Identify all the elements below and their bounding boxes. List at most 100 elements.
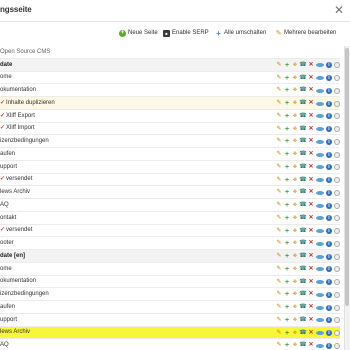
info-icon[interactable]: i xyxy=(326,113,332,120)
add-icon[interactable]: + xyxy=(284,87,290,94)
info-icon[interactable]: i xyxy=(326,202,332,209)
visibility-icon[interactable] xyxy=(316,63,324,68)
add-icon[interactable]: + xyxy=(284,164,290,171)
visibility-icon[interactable] xyxy=(316,216,324,221)
info-icon[interactable]: i xyxy=(326,164,332,171)
tree-row-label[interactable]: aufen xyxy=(0,148,15,160)
status-circle-icon[interactable] xyxy=(334,87,340,94)
delete-icon[interactable]: ✕ xyxy=(308,100,314,107)
info-icon[interactable]: i xyxy=(326,75,332,81)
tree-row-label[interactable]: Open Source CMS xyxy=(0,46,50,58)
toggle-all-button[interactable]: + Alle umschalten xyxy=(215,27,266,39)
tree-row[interactable]: izenzbedingungen ✎ + ✥ ☎ ✕ i xyxy=(0,135,340,148)
move-icon[interactable]: ✥ xyxy=(292,291,298,298)
edit-icon[interactable]: ✎ xyxy=(276,291,282,298)
phone-icon[interactable]: ☎ xyxy=(299,100,306,107)
status-circle-icon[interactable] xyxy=(334,342,340,349)
delete-icon[interactable]: ✕ xyxy=(308,304,314,311)
phone-icon[interactable]: ☎ xyxy=(299,189,306,196)
move-icon[interactable]: ✥ xyxy=(292,215,298,222)
close-icon[interactable]: ✕ xyxy=(334,3,344,17)
tree-row[interactable]: ✓Inhalte duplizieren ✎ + ✥ ☎ ✕ i xyxy=(0,97,340,110)
add-icon[interactable]: + xyxy=(284,253,290,260)
edit-icon[interactable]: ✎ xyxy=(276,215,282,222)
phone-icon[interactable]: ☎ xyxy=(299,279,306,286)
delete-icon[interactable]: ✕ xyxy=(308,151,314,158)
info-icon[interactable]: i xyxy=(326,240,332,247)
phone-icon[interactable]: ☎ xyxy=(299,177,306,184)
info-icon[interactable]: i xyxy=(326,189,332,196)
edit-icon[interactable]: ✎ xyxy=(276,138,282,145)
info-icon[interactable]: i xyxy=(326,215,332,222)
delete-icon[interactable]: ✕ xyxy=(308,228,314,235)
edit-icon[interactable]: ✎ xyxy=(276,87,282,94)
add-icon[interactable]: + xyxy=(284,291,290,298)
status-circle-icon[interactable] xyxy=(334,304,340,311)
tree-header-row[interactable]: date [en] ✎ + ✥ ☎ ✕ i xyxy=(0,250,340,263)
visibility-icon[interactable] xyxy=(316,229,324,233)
edit-icon[interactable]: ✎ xyxy=(276,279,282,286)
phone-icon[interactable]: ☎ xyxy=(299,151,306,158)
visibility-icon[interactable] xyxy=(316,76,324,80)
tree-row-label[interactable]: ome xyxy=(0,263,12,275)
status-circle-icon[interactable] xyxy=(334,151,340,158)
edit-icon[interactable]: ✎ xyxy=(276,228,282,235)
tree-row[interactable]: AQ ✎ + ✥ ☎ ✕ i xyxy=(0,199,340,212)
phone-icon[interactable]: ☎ xyxy=(299,317,306,324)
phone-icon[interactable]: ☎ xyxy=(299,228,306,235)
add-icon[interactable]: + xyxy=(284,240,290,247)
edit-icon[interactable]: ✎ xyxy=(276,100,282,107)
info-icon[interactable]: i xyxy=(326,279,332,285)
visibility-icon[interactable] xyxy=(316,178,324,182)
tree-row-label[interactable]: aufen xyxy=(0,301,15,313)
delete-icon[interactable]: ✕ xyxy=(308,253,314,260)
tree-row[interactable]: lews Archiv ✎ + ✥ ☎ ✕ i xyxy=(0,326,340,340)
tree-row-label[interactable]: ✓versendet xyxy=(0,224,32,236)
move-icon[interactable]: ✥ xyxy=(292,330,298,337)
phone-icon[interactable]: ☎ xyxy=(299,240,306,247)
move-icon[interactable]: ✥ xyxy=(292,240,298,247)
move-icon[interactable]: ✥ xyxy=(292,87,298,94)
tree-row-label[interactable]: AQ xyxy=(0,199,9,211)
status-circle-icon[interactable] xyxy=(334,100,340,107)
tree-row[interactable]: upport ✎ + ✥ ☎ ✕ i xyxy=(0,161,340,174)
add-icon[interactable]: + xyxy=(284,330,290,337)
visibility-icon[interactable] xyxy=(316,280,324,284)
phone-icon[interactable]: ☎ xyxy=(299,330,306,337)
edit-multiple-button[interactable]: ✎ Mehrere bearbeiten xyxy=(275,27,337,39)
edit-icon[interactable]: ✎ xyxy=(276,240,282,247)
status-circle-icon[interactable] xyxy=(334,138,340,145)
edit-icon[interactable]: ✎ xyxy=(276,151,282,158)
add-icon[interactable]: + xyxy=(284,62,290,69)
visibility-icon[interactable] xyxy=(316,203,324,208)
visibility-icon[interactable] xyxy=(316,292,324,297)
tree-row[interactable]: okumentation ✎ + ✥ ☎ ✕ i xyxy=(0,84,340,97)
add-icon[interactable]: + xyxy=(284,304,290,311)
phone-icon[interactable]: ☎ xyxy=(299,87,306,94)
visibility-icon[interactable] xyxy=(316,318,324,323)
move-icon[interactable]: ✥ xyxy=(292,138,298,145)
edit-icon[interactable]: ✎ xyxy=(276,266,282,273)
move-icon[interactable]: ✥ xyxy=(292,228,298,235)
tree-row[interactable]: ✓versendet ✎ + ✥ ☎ ✕ i xyxy=(0,225,340,238)
tree-row-label[interactable]: ✓Xliff Import xyxy=(0,122,35,134)
visibility-icon[interactable] xyxy=(316,127,324,131)
tree-row-label[interactable]: ✓versendet xyxy=(0,173,32,185)
info-icon[interactable]: i xyxy=(326,177,332,183)
tree-row-label[interactable]: lews Archiv xyxy=(0,186,30,198)
edit-icon[interactable]: ✎ xyxy=(276,164,282,171)
phone-icon[interactable]: ☎ xyxy=(299,342,306,349)
add-icon[interactable]: + xyxy=(284,266,290,273)
add-icon[interactable]: + xyxy=(284,138,290,145)
tree-row[interactable]: ✓Xliff Import ✎ + ✥ ☎ ✕ i xyxy=(0,123,340,136)
scrollbar-thumb[interactable] xyxy=(345,48,349,306)
tree-row[interactable]: ✓Xliff Export ✎ + ✥ ☎ ✕ i xyxy=(0,110,340,123)
visibility-icon[interactable] xyxy=(316,139,324,144)
tree-row-label[interactable]: okumentation xyxy=(0,84,36,96)
edit-icon[interactable]: ✎ xyxy=(276,189,282,196)
tree-row-label[interactable]: ✓Inhalte duplizieren xyxy=(0,97,55,109)
edit-icon[interactable]: ✎ xyxy=(276,75,282,82)
add-icon[interactable]: + xyxy=(284,215,290,222)
add-icon[interactable]: + xyxy=(284,126,290,133)
edit-icon[interactable]: ✎ xyxy=(276,342,282,349)
